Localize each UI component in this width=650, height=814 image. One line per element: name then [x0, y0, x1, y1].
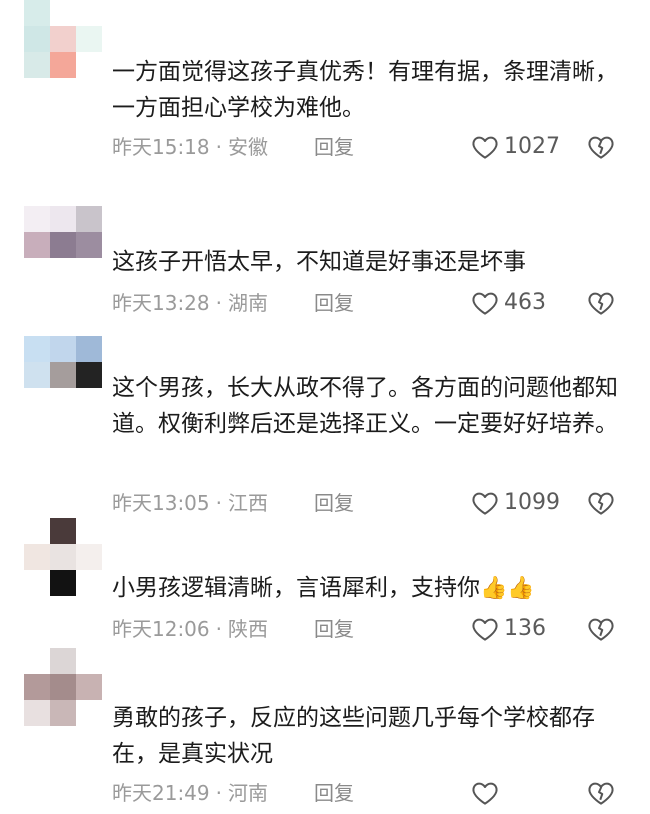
avatar-mosaic-tile [24, 206, 50, 232]
comment-text-body: 小男孩逻辑清晰，言语犀利，支持你 [112, 575, 480, 601]
avatar-mosaic-tile [76, 388, 102, 414]
avatar-mosaic-tile [50, 570, 76, 596]
avatar-mosaic-tile [76, 258, 102, 284]
avatar-mosaic-tile [50, 26, 76, 52]
avatar-mosaic-tile [50, 0, 76, 26]
avatar-mosaic-tile [24, 258, 50, 284]
reply-button[interactable]: 回复 [314, 778, 354, 808]
heart-icon[interactable] [470, 288, 500, 318]
avatar-mosaic-tile [50, 232, 76, 258]
reply-button[interactable]: 回复 [314, 488, 354, 518]
like-count: 136 [504, 616, 546, 641]
avatar-mosaic-tile [76, 674, 102, 700]
comment-text: 这孩子开悟太早，不知道是好事还是坏事 [112, 249, 526, 275]
comment-text: 小男孩逻辑清晰，言语犀利，支持你👍👍 [112, 570, 632, 607]
comment-time: 昨天12:06 [112, 617, 210, 641]
avatar-mosaic-tile [50, 544, 76, 570]
comment-text: 这个男孩，长大从政不得了。各方面的问题他都知道。权衡利弊后还是选择正义。一定要好… [112, 375, 618, 437]
like-count: 463 [504, 290, 546, 315]
broken-heart-icon[interactable] [586, 132, 616, 162]
avatar-mosaic-tile [76, 52, 102, 78]
like-area: 136 [470, 610, 650, 650]
avatar-mosaic-tile [24, 518, 50, 544]
avatar[interactable] [24, 0, 102, 78]
avatar-mosaic-tile [50, 206, 76, 232]
comment-time: 昨天13:28 [112, 291, 210, 315]
broken-heart-icon[interactable] [586, 778, 616, 808]
reply-button[interactable]: 回复 [314, 614, 354, 644]
avatar[interactable] [24, 518, 102, 596]
heart-icon[interactable] [470, 488, 500, 518]
comment-text: 勇敢的孩子，反应的这些问题几乎每个学校都存在，是真实状况 [112, 705, 595, 767]
avatar-mosaic-tile [76, 362, 102, 388]
avatar-mosaic-tile [50, 648, 76, 674]
avatar-mosaic-tile [24, 388, 50, 414]
like-area [470, 774, 650, 814]
broken-heart-icon[interactable] [586, 488, 616, 518]
avatar-mosaic-tile [24, 362, 50, 388]
avatar-mosaic-tile [50, 52, 76, 78]
comment-text: 一方面觉得这孩子真优秀！有理有据，条理清晰，一方面担心学校为难他。 [112, 59, 618, 121]
separator: · [215, 491, 222, 515]
avatar-mosaic-tile [76, 700, 102, 726]
avatar-mosaic-tile [76, 518, 102, 544]
avatar-mosaic-tile [24, 648, 50, 674]
avatar-mosaic-tile [76, 232, 102, 258]
like-area: 1099 [470, 484, 650, 524]
comment-location: 河南 [228, 781, 268, 805]
avatar-mosaic-tile [24, 26, 50, 52]
avatar[interactable] [24, 648, 102, 726]
comment-location: 湖南 [228, 291, 268, 315]
avatar-mosaic-tile [50, 362, 76, 388]
separator: · [215, 291, 222, 315]
avatar-mosaic-tile [50, 258, 76, 284]
avatar-mosaic-tile [76, 0, 102, 26]
comment-location: 陕西 [228, 617, 268, 641]
avatar-mosaic-tile [76, 570, 102, 596]
reply-button[interactable]: 回复 [314, 132, 354, 162]
like-count: 1027 [504, 134, 560, 159]
thumbs-up-emoji: 👍👍 [480, 576, 535, 601]
heart-icon[interactable] [470, 132, 500, 162]
broken-heart-icon[interactable] [586, 288, 616, 318]
avatar-mosaic-tile [50, 518, 76, 544]
comment-time: 昨天21:49 [112, 781, 210, 805]
avatar-mosaic-tile [24, 0, 50, 26]
like-count: 1099 [504, 490, 560, 515]
avatar-mosaic-tile [24, 674, 50, 700]
heart-icon[interactable] [470, 778, 500, 808]
comment-location: 安徽 [228, 135, 268, 159]
avatar-mosaic-tile [76, 206, 102, 232]
avatar-mosaic-tile [76, 336, 102, 362]
avatar-mosaic-tile [76, 544, 102, 570]
avatar-mosaic-tile [76, 26, 102, 52]
broken-heart-icon[interactable] [586, 614, 616, 644]
separator: · [215, 781, 222, 805]
avatar-mosaic-tile [24, 52, 50, 78]
comment-location: 江西 [228, 491, 268, 515]
avatar-mosaic-tile [24, 336, 50, 362]
avatar-mosaic-tile [24, 700, 50, 726]
comment-time: 昨天13:05 [112, 491, 210, 515]
separator: · [215, 135, 222, 159]
heart-icon[interactable] [470, 614, 500, 644]
avatar-mosaic-tile [50, 388, 76, 414]
avatar-mosaic-tile [24, 544, 50, 570]
separator: · [215, 617, 222, 641]
avatar-mosaic-tile [50, 674, 76, 700]
avatar[interactable] [24, 206, 102, 284]
avatar-mosaic-tile [50, 336, 76, 362]
avatar-mosaic-tile [50, 700, 76, 726]
avatar-mosaic-tile [76, 648, 102, 674]
reply-button[interactable]: 回复 [314, 288, 354, 318]
comment-time: 昨天15:18 [112, 135, 210, 159]
avatar-mosaic-tile [24, 570, 50, 596]
avatar-mosaic-tile [24, 232, 50, 258]
like-area: 1027 [470, 128, 650, 168]
like-area: 463 [470, 284, 650, 324]
avatar[interactable] [24, 336, 102, 414]
